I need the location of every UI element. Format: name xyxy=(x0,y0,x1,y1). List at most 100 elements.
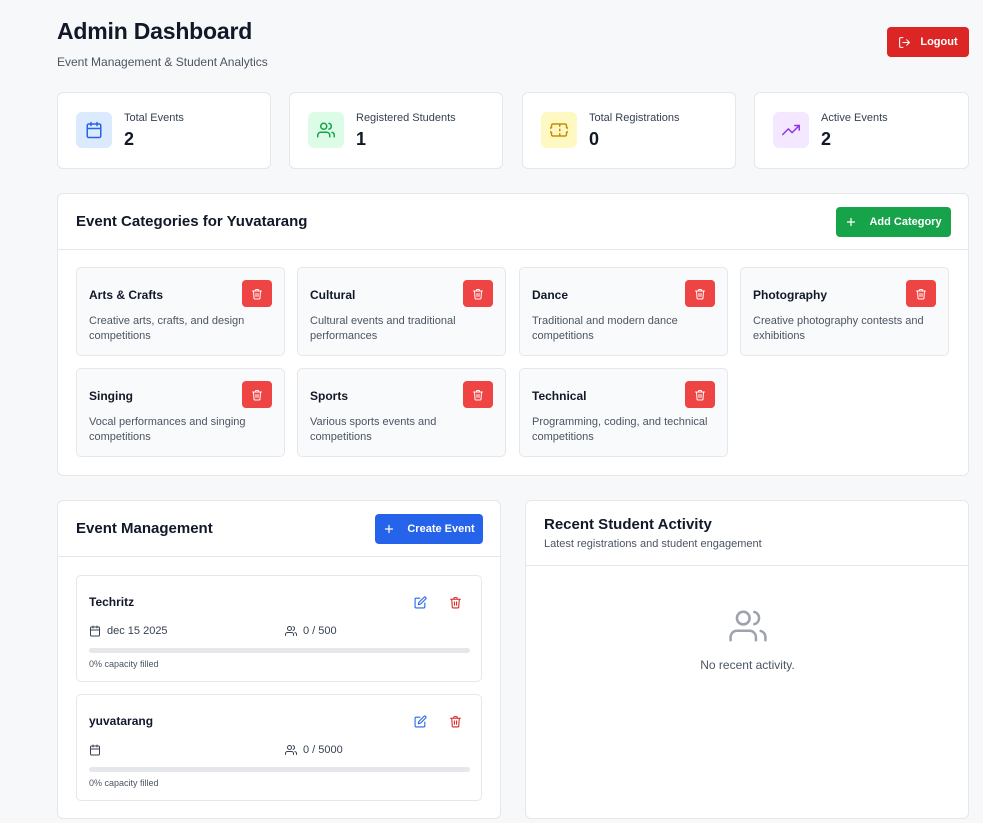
event-date xyxy=(89,744,107,756)
trash-icon xyxy=(695,389,705,400)
category-card-sports: Sports Various sports events and competi… xyxy=(297,368,506,457)
category-name: Singing xyxy=(89,389,133,403)
logout-icon xyxy=(899,36,911,48)
page-header: Admin Dashboard Event Management & Stude… xyxy=(57,18,268,69)
delete-event-button[interactable] xyxy=(447,713,463,729)
event-capacity: 0 / 500 xyxy=(285,625,337,637)
stat-label: Registered Students xyxy=(356,112,456,124)
category-name: Sports xyxy=(310,389,349,403)
delete-category-button[interactable] xyxy=(242,280,272,307)
event-name: Techritz xyxy=(89,595,135,609)
category-description: Creative photography contests and exhibi… xyxy=(753,315,924,342)
add-category-label: Add Category xyxy=(869,216,942,228)
categories-panel: Event Categories for Yuvatarang Add Cate… xyxy=(57,193,969,476)
category-name: Dance xyxy=(532,288,569,302)
trash-icon xyxy=(252,389,262,400)
stat-value: 2 xyxy=(821,129,832,149)
recent-activity-title: Recent Student Activity xyxy=(544,516,712,533)
users-icon xyxy=(308,112,344,148)
logout-button[interactable]: Logout xyxy=(887,27,969,57)
category-description: Vocal performances and singing competiti… xyxy=(89,416,246,443)
event-management-panel: Event Management Create Event Techritz d… xyxy=(57,500,501,819)
event-capacity-text: 0 / 500 xyxy=(303,625,337,637)
users-icon xyxy=(285,745,297,755)
calendar-icon xyxy=(90,625,100,637)
delete-category-button[interactable] xyxy=(463,280,493,307)
trash-icon xyxy=(916,288,926,299)
category-description: Various sports events and competitions xyxy=(310,416,437,443)
recent-activity-panel: Recent Student Activity Latest registrat… xyxy=(525,500,969,819)
plus-icon xyxy=(847,217,856,227)
plus-icon xyxy=(385,524,394,534)
ticket-icon xyxy=(541,112,577,148)
event-capacity: 0 / 5000 xyxy=(285,744,343,756)
delete-category-button[interactable] xyxy=(906,280,936,307)
trending-up-icon xyxy=(773,112,809,148)
category-name: Arts & Crafts xyxy=(89,288,164,302)
category-card-photography: Photography Creative photography contest… xyxy=(740,267,949,356)
category-name: Cultural xyxy=(310,288,356,302)
delete-category-button[interactable] xyxy=(242,381,272,408)
event-management-title: Event Management xyxy=(76,520,213,537)
page-subtitle: Event Management & Student Analytics xyxy=(57,55,268,69)
trash-icon xyxy=(449,715,461,727)
empty-activity-text: No recent activity. xyxy=(700,658,795,672)
logout-label: Logout xyxy=(920,36,958,48)
stat-label: Total Registrations xyxy=(589,112,680,124)
event-name: yuvatarang xyxy=(89,714,154,728)
edit-event-button[interactable] xyxy=(412,594,428,610)
category-card-technical: Technical Programming, coding, and techn… xyxy=(519,368,728,457)
event-capacity-text: 0 / 5000 xyxy=(303,744,343,756)
delete-category-button[interactable] xyxy=(463,381,493,408)
trash-icon xyxy=(449,596,461,608)
edit-icon xyxy=(414,714,427,727)
stat-value: 2 xyxy=(124,129,135,149)
calendar-icon xyxy=(90,744,100,756)
capacity-progress-bar xyxy=(89,648,470,653)
category-description: Programming, coding, and technical compe… xyxy=(532,416,708,443)
add-category-button[interactable]: Add Category xyxy=(836,207,951,237)
trash-icon xyxy=(473,389,483,400)
stat-value: 0 xyxy=(589,129,600,149)
create-event-label: Create Event xyxy=(407,523,475,535)
edit-event-button[interactable] xyxy=(412,713,428,729)
trash-icon xyxy=(695,288,705,299)
categories-panel-header: Event Categories for Yuvatarang Add Cate… xyxy=(58,194,968,250)
delete-category-button[interactable] xyxy=(685,381,715,408)
stat-card-total-events: Total Events 2 xyxy=(57,92,271,169)
delete-category-button[interactable] xyxy=(685,280,715,307)
category-card-arts-crafts: Arts & Crafts Creative arts, crafts, and… xyxy=(76,267,285,356)
event-card-yuvatarang: yuvatarang 0 / 5000 0% capacity filled xyxy=(76,694,482,801)
admin-dashboard-page: Admin Dashboard Event Management & Stude… xyxy=(0,0,983,823)
category-description: Creative arts, crafts, and design compet… xyxy=(89,315,245,342)
categories-title: Event Categories for Yuvatarang xyxy=(76,213,308,230)
capacity-filled-text: 0% capacity filled xyxy=(89,659,159,669)
capacity-progress-bar xyxy=(89,767,470,772)
event-date-text: dec 15 2025 xyxy=(107,625,168,637)
users-icon xyxy=(285,626,297,636)
category-name: Technical xyxy=(532,389,587,403)
edit-icon xyxy=(414,595,427,608)
recent-activity-subtitle: Latest registrations and student engagem… xyxy=(544,538,762,550)
trash-icon xyxy=(252,288,262,299)
event-card-techritz: Techritz dec 15 2025 0 / 500 0% capacity… xyxy=(76,575,482,682)
category-card-dance: Dance Traditional and modern dance compe… xyxy=(519,267,728,356)
category-name: Photography xyxy=(753,288,827,302)
stat-card-total-registrations: Total Registrations 0 xyxy=(522,92,736,169)
trash-icon xyxy=(473,288,483,299)
stat-label: Active Events xyxy=(821,112,888,124)
delete-event-button[interactable] xyxy=(447,594,463,610)
event-management-header: Event Management Create Event xyxy=(58,501,500,557)
users-icon xyxy=(729,610,767,642)
create-event-button[interactable]: Create Event xyxy=(375,514,483,544)
capacity-filled-text: 0% capacity filled xyxy=(89,778,159,788)
calendar-icon xyxy=(76,112,112,148)
category-description: Cultural events and traditional performa… xyxy=(310,315,456,342)
category-description: Traditional and modern dance competition… xyxy=(532,315,678,342)
category-card-singing: Singing Vocal performances and singing c… xyxy=(76,368,285,457)
recent-activity-header: Recent Student Activity Latest registrat… xyxy=(526,501,968,566)
category-card-cultural: Cultural Cultural events and traditional… xyxy=(297,267,506,356)
stat-value: 1 xyxy=(356,129,367,149)
stat-card-registered-students: Registered Students 1 xyxy=(289,92,503,169)
event-date: dec 15 2025 xyxy=(89,625,168,637)
